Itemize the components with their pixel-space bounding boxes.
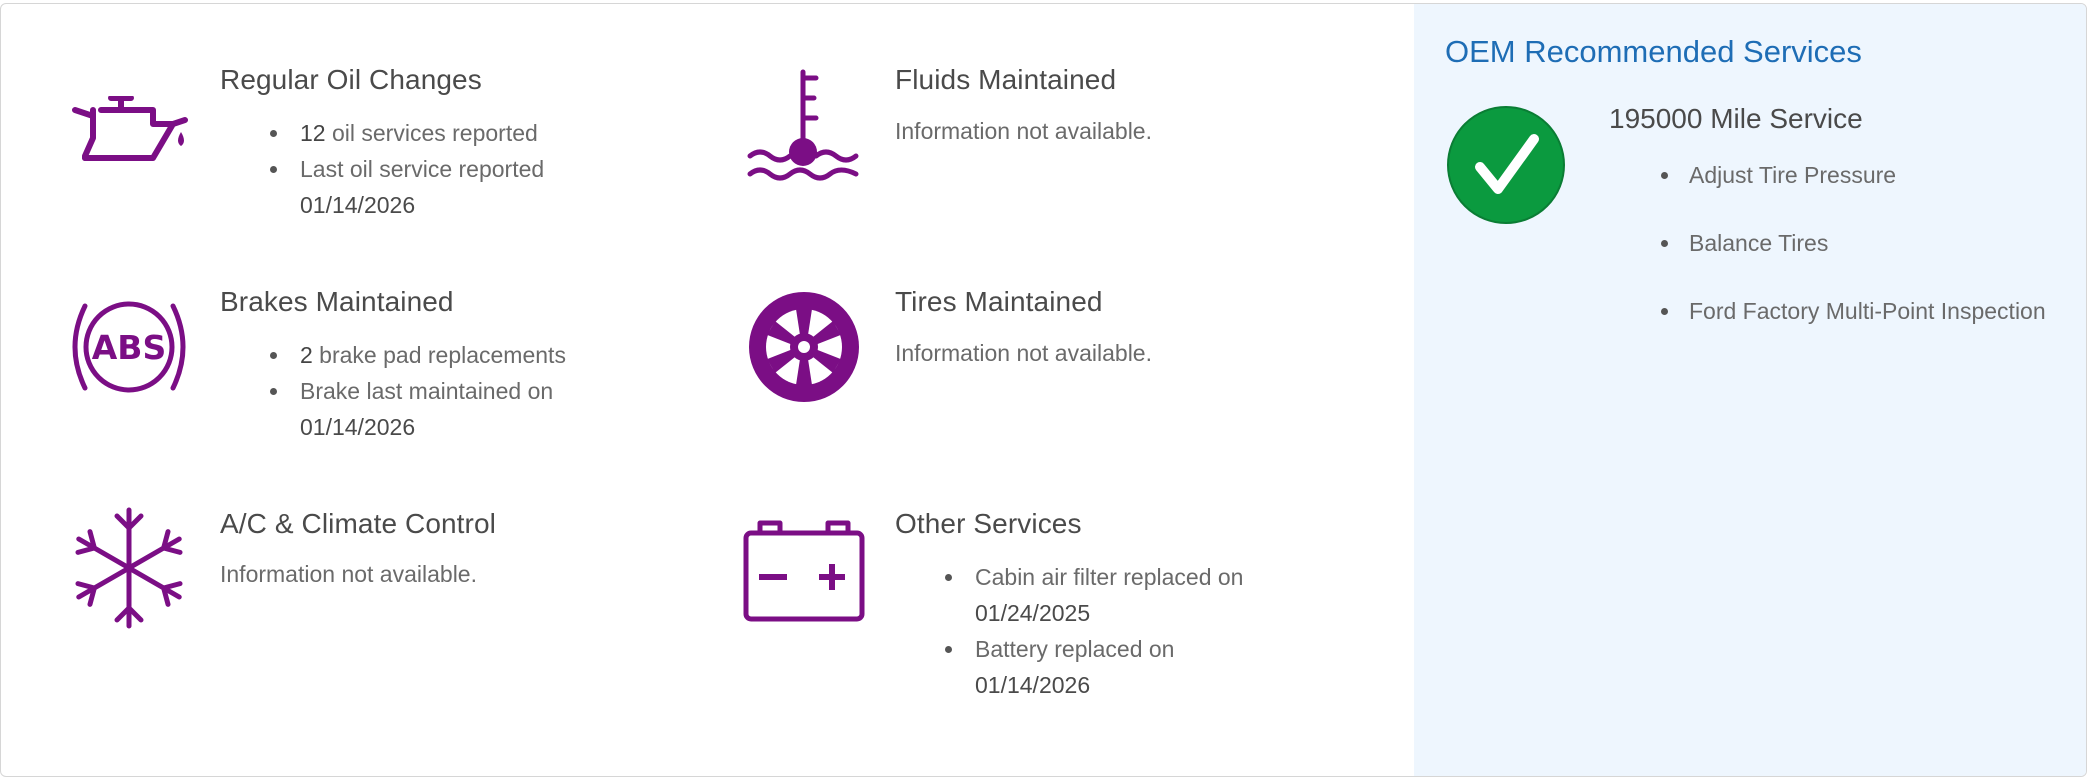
oil-last-label: Last oil service reported bbox=[300, 156, 545, 182]
service-history-card: Regular Oil Changes 12 oil services repo… bbox=[0, 3, 2087, 777]
ac-status: Information not available. bbox=[220, 561, 477, 587]
fluids-title: Fluids Maintained bbox=[895, 64, 1117, 95]
fluids-status: Information not available. bbox=[895, 118, 1152, 144]
list-item: Ford Factory Multi-Point Inspection bbox=[1661, 293, 2046, 361]
brakes-count-text: brake pad replacements bbox=[312, 342, 566, 368]
fluid-temperature-icon bbox=[746, 68, 862, 189]
list-item: 12 oil services reported bbox=[270, 115, 620, 151]
other-title: Other Services bbox=[895, 508, 1082, 539]
other-item-date: 01/24/2025 bbox=[975, 600, 1091, 626]
brakes-last-date: 01/14/2026 bbox=[300, 414, 416, 440]
snowflake-icon bbox=[73, 506, 185, 635]
other-details-list: Cabin air filter replaced on 01/24/2025 B… bbox=[945, 559, 1305, 703]
tires-status: Information not available. bbox=[895, 340, 1152, 366]
brakes-title: Brakes Maintained bbox=[220, 286, 454, 317]
list-item: Adjust Tire Pressure bbox=[1661, 157, 2046, 225]
tire-icon bbox=[748, 291, 860, 408]
service-title: 195000 Mile Service bbox=[1609, 103, 1863, 134]
oil-details-list: 12 oil services reported Last oil servic… bbox=[270, 115, 620, 223]
oil-count-text: oil services reported bbox=[325, 120, 538, 146]
oil-last-date: 01/14/2026 bbox=[300, 192, 416, 218]
brakes-count: 2 bbox=[300, 342, 313, 368]
oil-title: Regular Oil Changes bbox=[220, 64, 482, 95]
other-item-label: Battery replaced on bbox=[975, 636, 1175, 662]
brakes-last-label: Brake last maintained on bbox=[300, 378, 554, 404]
other-item-date: 01/14/2026 bbox=[975, 672, 1091, 698]
service-list: Adjust Tire Pressure Balance Tires Ford … bbox=[1661, 157, 2046, 361]
brakes-details-list: 2 brake pad replacements Brake last main… bbox=[270, 337, 630, 445]
list-item: 2 brake pad replacements bbox=[270, 337, 630, 373]
list-item: Cabin air filter replaced on 01/24/2025 bbox=[945, 559, 1305, 631]
tires-title: Tires Maintained bbox=[895, 286, 1103, 317]
battery-icon bbox=[742, 517, 866, 628]
oil-count: 12 bbox=[300, 120, 326, 146]
other-item-label: Cabin air filter replaced on bbox=[975, 564, 1244, 590]
svg-text:ABS: ABS bbox=[92, 328, 166, 367]
list-item: Battery replaced on 01/14/2026 bbox=[945, 631, 1305, 703]
list-item: Brake last maintained on 01/14/2026 bbox=[270, 373, 630, 445]
list-item: Balance Tires bbox=[1661, 225, 2046, 293]
abs-icon: ABS bbox=[67, 296, 191, 403]
ac-title: A/C & Climate Control bbox=[220, 508, 496, 539]
list-item: Last oil service reported 01/14/2026 bbox=[270, 151, 620, 223]
oem-title: OEM Recommended Services bbox=[1445, 34, 1862, 69]
checkmark-icon bbox=[1446, 105, 1566, 230]
oil-can-icon bbox=[71, 95, 189, 167]
